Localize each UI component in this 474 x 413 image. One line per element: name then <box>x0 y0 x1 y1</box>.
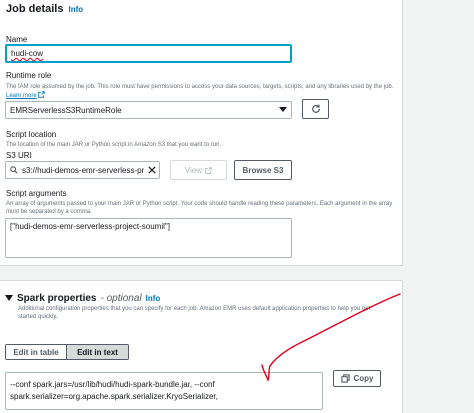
learn-more-link[interactable]: Learn more <box>6 93 37 99</box>
tab-edit-in-text[interactable]: Edit in text <box>67 345 128 359</box>
refresh-roles-button[interactable] <box>302 99 329 119</box>
script-arguments-textarea[interactable]: ["hudi-demos-emr-serverless-project-soum… <box>5 218 292 258</box>
name-input[interactable]: hudi-cow <box>5 44 292 63</box>
spark-properties-optional: - optional <box>100 293 142 304</box>
spark-properties-info-link[interactable]: Info <box>146 294 161 303</box>
spark-properties-textarea[interactable]: --conf spark.jars=/usr/lib/hudi/hudi-spa… <box>5 372 323 410</box>
s3-uri-input[interactable]: s3://hudi-demos-emr-serverless-project <box>5 161 160 179</box>
name-input-value: hudi-cow <box>11 49 44 58</box>
spark-properties-header[interactable]: Spark properties - optional Info <box>5 293 160 304</box>
spark-properties-line-1: --conf spark.jars=/usr/lib/hudi/hudi-spa… <box>10 380 215 389</box>
tab-edit-in-table[interactable]: Edit in table <box>6 345 68 359</box>
script-arguments-description: An array of arguments passed to your mai… <box>6 201 393 215</box>
external-link-icon <box>38 91 46 98</box>
triangle-down-icon[interactable] <box>5 295 13 301</box>
view-button-label: View <box>184 165 203 175</box>
spark-properties-panel: Spark properties - optional Info Additio… <box>0 280 403 413</box>
job-details-title: Job details <box>6 3 64 15</box>
browse-s3-label: Browse S3 <box>242 165 284 175</box>
search-icon <box>10 166 18 174</box>
runtime-role-label: Runtime role <box>6 71 52 80</box>
spark-properties-line-2: spark.serializer=org.apache.spark.serial… <box>10 392 218 401</box>
browse-s3-button[interactable]: Browse S3 <box>234 160 292 180</box>
copy-icon <box>340 374 350 383</box>
runtime-role-select[interactable]: EMRServerlessS3RuntimeRole <box>5 101 292 119</box>
job-details-header: Job details Info <box>6 3 83 15</box>
s3-uri-label: S3 URI <box>6 151 32 160</box>
s3-uri-value: s3://hudi-demos-emr-serverless-project <box>22 165 144 175</box>
runtime-role-description: The IAM role assumed by the job. This ro… <box>6 83 396 100</box>
clear-icon[interactable] <box>148 166 156 174</box>
view-button[interactable]: View <box>170 160 227 180</box>
caret-down-icon <box>279 107 287 112</box>
edit-mode-toggle[interactable]: Edit in table Edit in text <box>5 344 129 360</box>
name-label: Name <box>6 35 28 44</box>
script-location-description: The location of the main JAR or Python s… <box>6 142 222 148</box>
script-location-label: Script location <box>6 130 57 139</box>
refresh-icon <box>311 104 320 113</box>
runtime-role-selected: EMRServerlessS3RuntimeRole <box>10 105 122 115</box>
spark-properties-description: Additional configuration properties that… <box>18 306 371 320</box>
job-details-panel: Job details Info Name hudi-cow Runtime r… <box>0 0 403 266</box>
copy-button[interactable]: Copy <box>333 370 381 387</box>
script-arguments-value: ["hudi-demos-emr-serverless-project-soum… <box>10 222 170 231</box>
copy-button-label: Copy <box>353 374 374 383</box>
external-link-icon <box>205 166 212 174</box>
spark-properties-title: Spark properties <box>17 293 97 304</box>
script-arguments-label: Script arguments <box>6 189 67 198</box>
job-details-info-link[interactable]: Info <box>68 5 83 14</box>
runtime-role-description-text: The IAM role assumed by the job. This ro… <box>6 84 394 90</box>
